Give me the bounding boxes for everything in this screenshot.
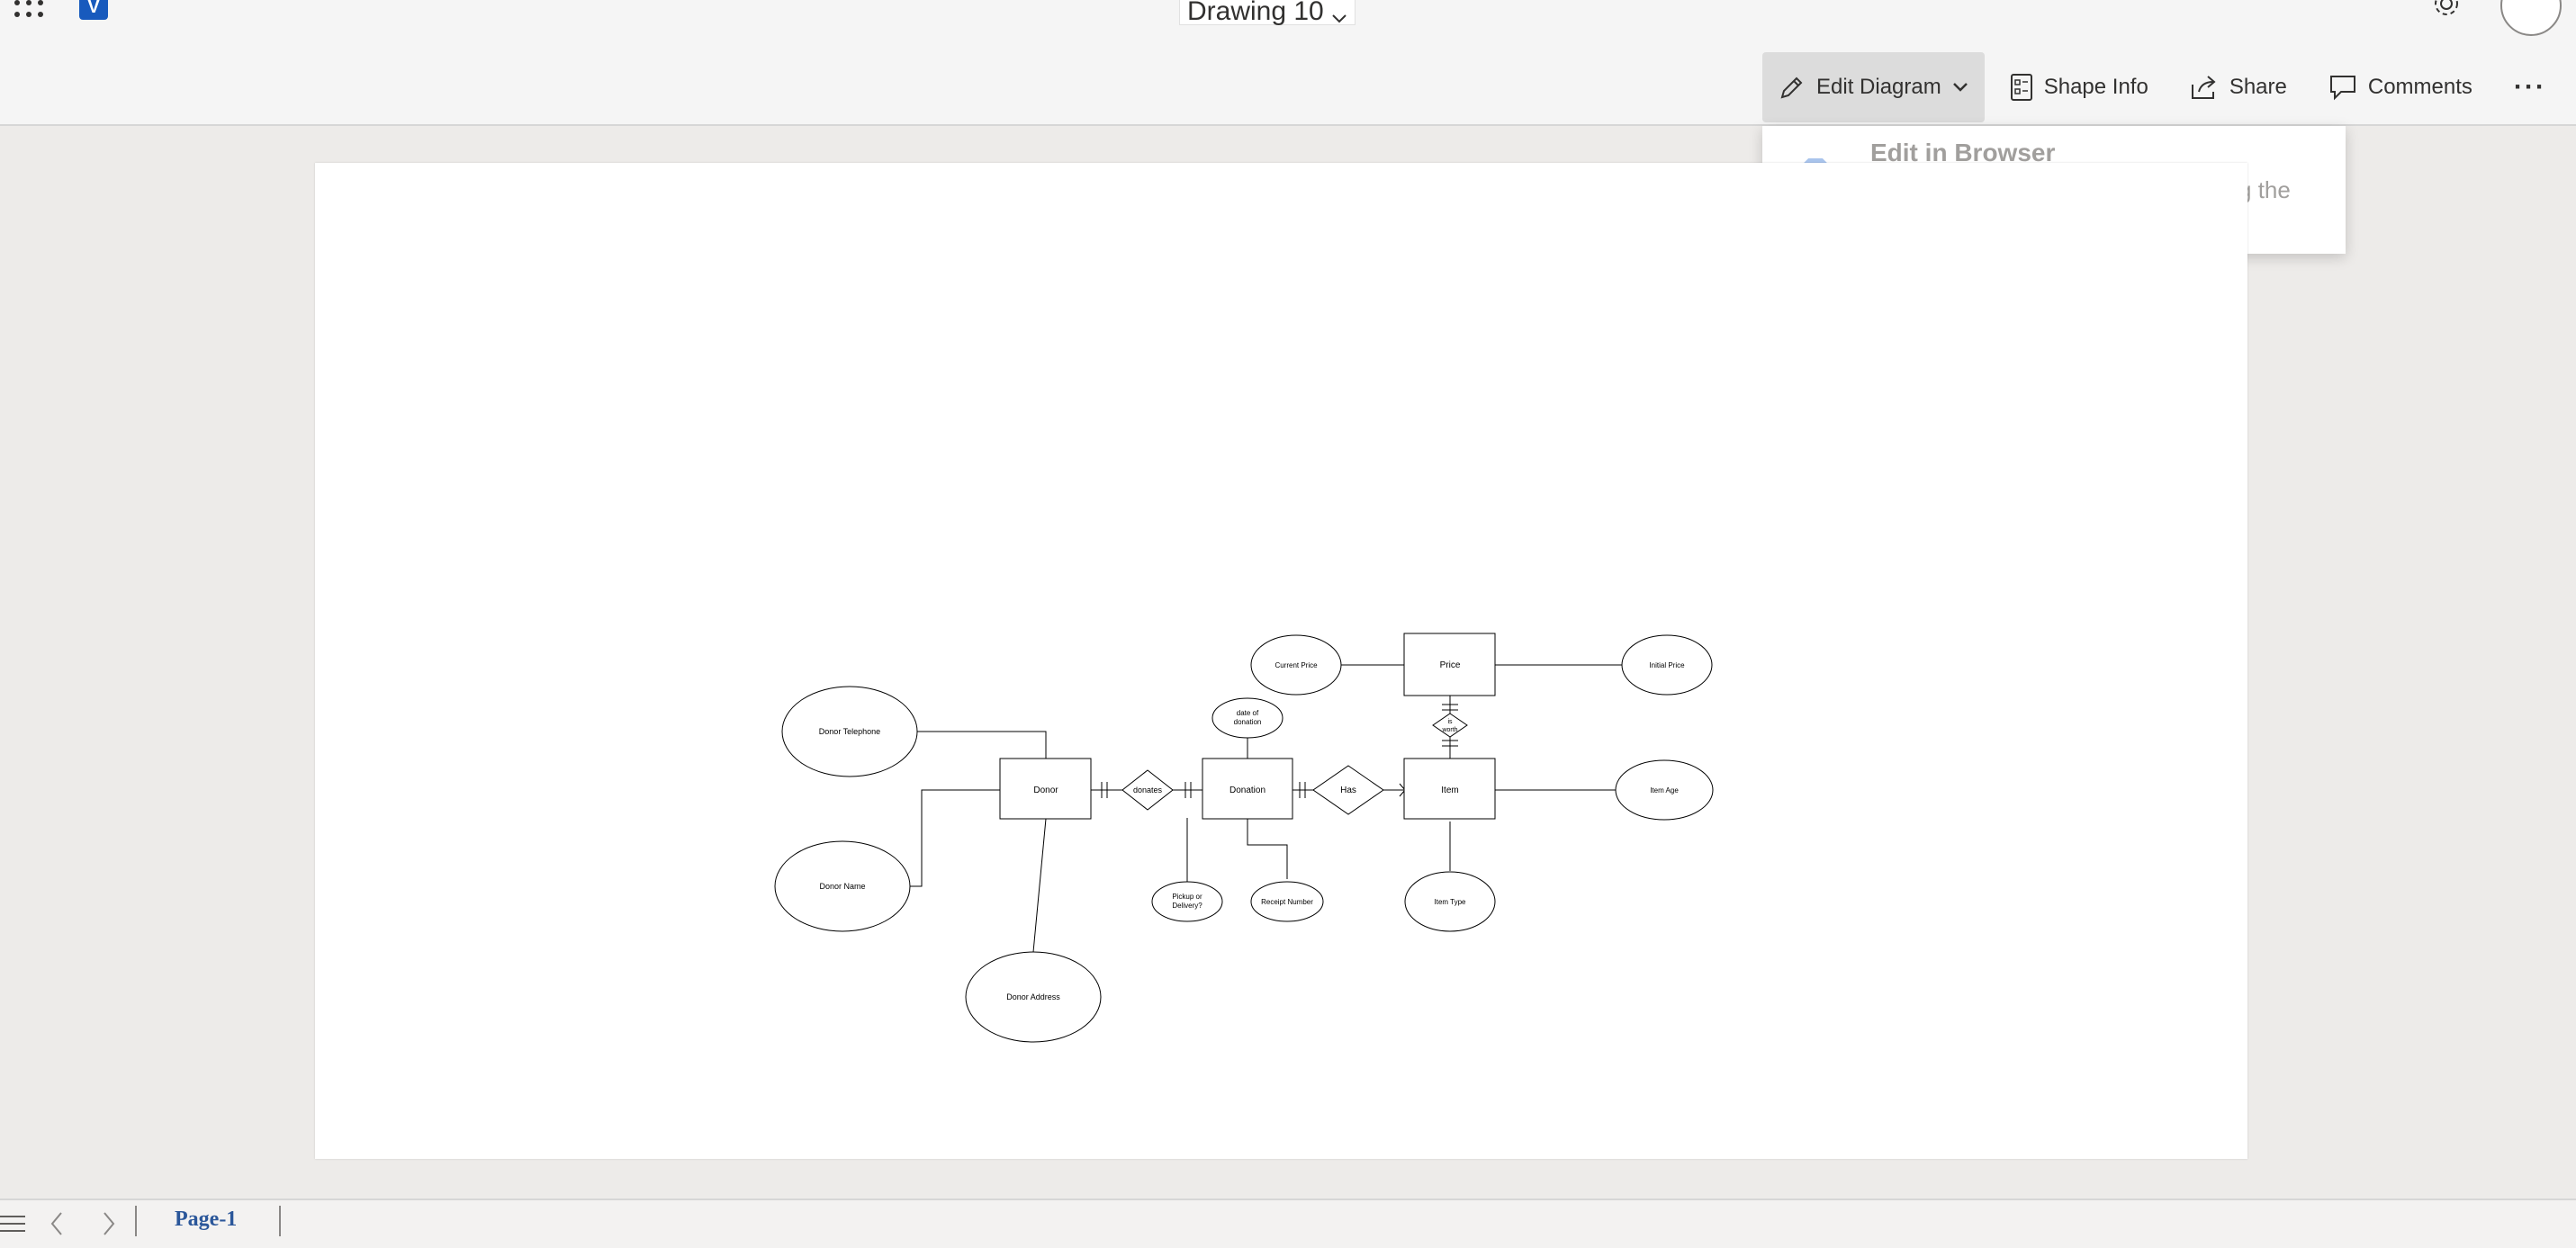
attribute-current-price[interactable]: Current Price [1250, 634, 1342, 696]
attribute-receipt-number-label: Receipt Number [1261, 898, 1313, 906]
entity-donation-label: Donation [1229, 786, 1265, 795]
attribute-receipt-number[interactable]: Receipt Number [1250, 881, 1324, 922]
gear-icon[interactable] [2430, 0, 2463, 25]
pencil-icon [1780, 76, 1803, 99]
comment-icon [2329, 76, 2355, 101]
shape-info-button[interactable]: Shape Info [1994, 52, 2165, 122]
attribute-date-of-donation[interactable]: date of donation [1211, 697, 1283, 739]
attribute-date-of-donation-label-1: date of [1237, 709, 1259, 717]
entity-item[interactable]: Item [1403, 758, 1496, 820]
attribute-item-type[interactable]: Item Type [1404, 871, 1496, 932]
entity-item-label: Item [1441, 786, 1458, 795]
attribute-pickup-or-delivery-label-2: Delivery? [1172, 902, 1202, 910]
document-title-text: Drawing 10 [1187, 0, 1324, 26]
attribute-pickup-or-delivery-label-1: Pickup or [1172, 893, 1202, 901]
relationship-has[interactable]: Has [1312, 765, 1384, 815]
share-button[interactable]: Share [2174, 52, 2303, 122]
previous-page-icon[interactable] [49, 1211, 65, 1236]
attribute-donor-telephone[interactable]: Donor Telephone [781, 686, 918, 777]
attribute-item-age-label: Item Age [1650, 786, 1679, 795]
document-title[interactable]: Drawing 10 [1179, 0, 1356, 25]
page-tab-page-1[interactable]: Page-1 [175, 1208, 237, 1232]
more-options-icon: ··· [2513, 72, 2546, 102]
attribute-donor-telephone-label: Donor Telephone [819, 727, 880, 736]
relationship-donates[interactable]: donates [1121, 769, 1174, 811]
edit-diagram-button[interactable]: Edit Diagram [1762, 52, 1985, 122]
share-icon [2191, 76, 2216, 99]
page-list-icon[interactable] [0, 1213, 29, 1235]
relationship-has-label: Has [1340, 786, 1356, 795]
attribute-current-price-label: Current Price [1274, 661, 1318, 669]
divider [135, 1206, 137, 1236]
attribute-initial-price[interactable]: Initial Price [1621, 634, 1713, 696]
next-page-icon[interactable] [101, 1211, 117, 1236]
app-launcher-icon[interactable] [14, 0, 47, 25]
top-bar: V Drawing 10 Edit Diagram Shape Info Sha… [0, 0, 2576, 126]
entity-donor[interactable]: Donor [999, 758, 1092, 820]
relationship-is-worth[interactable]: is worth [1432, 713, 1468, 738]
er-diagram[interactable]: Donor Donation Item Price donates Has is… [315, 163, 2247, 1159]
share-label: Share [2229, 75, 2287, 99]
attribute-pickup-or-delivery[interactable]: Pickup or Delivery? [1151, 881, 1223, 922]
entity-donation[interactable]: Donation [1202, 758, 1293, 820]
page-bar: Page-1 [0, 1199, 2576, 1248]
relationship-is-worth-label-1: is [1447, 719, 1453, 725]
attribute-donor-address[interactable]: Donor Address [965, 951, 1102, 1043]
entity-price[interactable]: Price [1403, 633, 1496, 696]
attribute-date-of-donation-label-2: donation [1234, 718, 1262, 726]
drawing-canvas[interactable]: Donor Donation Item Price donates Has is… [315, 163, 2247, 1159]
attribute-donor-name[interactable]: Donor Name [774, 840, 911, 932]
divider [279, 1206, 281, 1236]
visio-logo-icon[interactable]: V [79, 0, 108, 20]
relationship-is-worth-label-2: worth [1441, 727, 1457, 733]
toolbar: Edit Diagram Shape Info Share Comments ·… [1762, 52, 2562, 122]
entity-price-label: Price [1440, 660, 1461, 670]
attribute-donor-name-label: Donor Name [819, 882, 865, 891]
more-options-button[interactable]: ··· [2498, 52, 2562, 122]
attribute-item-age[interactable]: Item Age [1615, 759, 1714, 821]
comments-button[interactable]: Comments [2312, 52, 2489, 122]
edit-diagram-label: Edit Diagram [1816, 75, 1941, 99]
relationship-donates-label: donates [1133, 786, 1163, 795]
attribute-donor-address-label: Donor Address [1006, 992, 1060, 1001]
chevron-down-icon [1952, 83, 1968, 92]
attribute-initial-price-label: Initial Price [1649, 661, 1685, 669]
entity-donor-label: Donor [1033, 786, 1058, 795]
attribute-item-type-label: Item Type [1435, 898, 1467, 906]
shape-info-icon [2010, 74, 2032, 101]
shape-info-label: Shape Info [2043, 75, 2148, 99]
comments-label: Comments [2367, 75, 2472, 99]
chevron-down-icon [1332, 14, 1347, 23]
avatar[interactable] [2500, 0, 2562, 36]
